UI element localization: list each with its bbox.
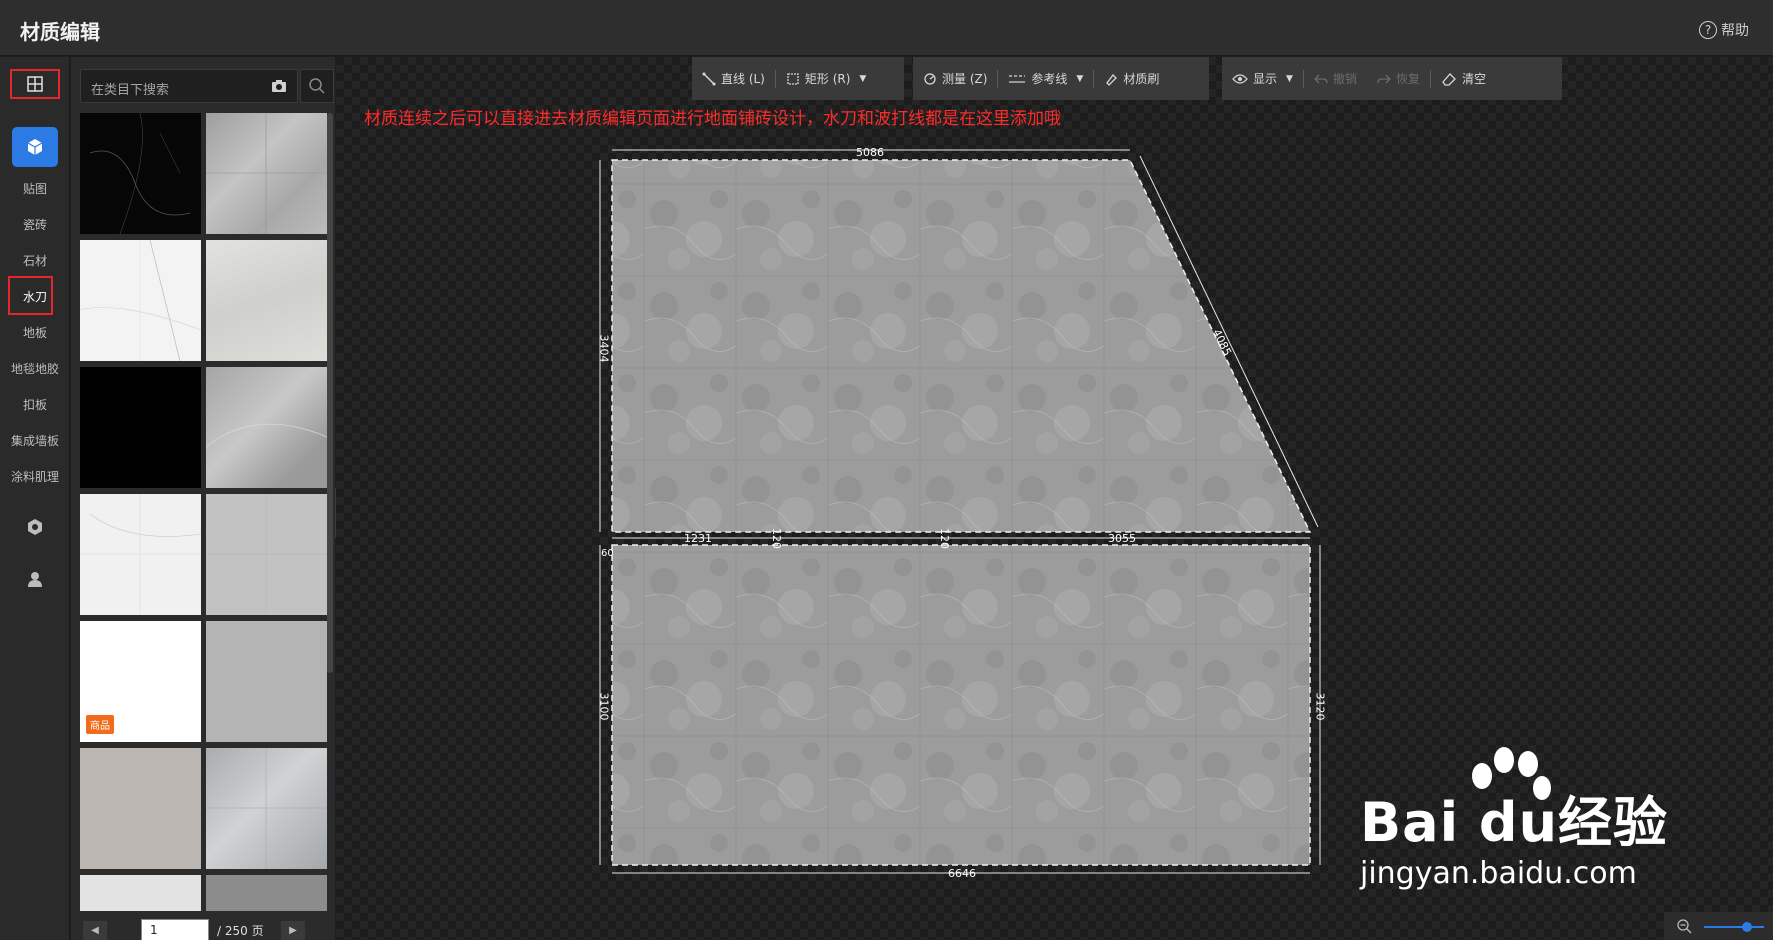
undo-icon <box>1314 74 1328 83</box>
measure-icon <box>924 72 936 85</box>
line-tool-label: 直线 (L) <box>721 72 765 86</box>
watermark-url: jingyan.baidu.com <box>1360 856 1637 891</box>
display-label: 显示 <box>1253 72 1278 86</box>
rect-tool-label: 矩形 (R) <box>804 72 851 86</box>
dimension-label: 5086 <box>856 146 884 159</box>
redo-button[interactable]: 恢复 <box>1367 57 1430 100</box>
undo-label: 撤销 <box>1332 72 1357 86</box>
material-brush-label: 材质刷 <box>1123 72 1160 86</box>
dimension-label: 3055 <box>1108 532 1136 545</box>
line-tool-button[interactable]: 直线 (L) <box>692 57 775 100</box>
dimension-label: 3120 <box>1313 692 1327 721</box>
zoom-out-icon[interactable] <box>1676 918 1692 934</box>
guide-line-icon <box>1009 74 1026 83</box>
dimension-label: 120 <box>770 528 783 549</box>
dimension-label: 1231 <box>684 532 712 545</box>
floor-region-upper[interactable] <box>612 160 1310 532</box>
undo-button[interactable]: 撤销 <box>1304 57 1367 100</box>
watermark-brand: Bai du经验 <box>1360 791 1669 854</box>
toolbar-draw: 直线 (L) 矩形 (R) ▼ <box>692 57 904 100</box>
zoom-control[interactable] <box>1664 912 1773 940</box>
dimension-label: 120 <box>938 528 951 549</box>
zoom-slider[interactable] <box>1704 926 1764 928</box>
rectangle-icon <box>787 72 799 85</box>
toolbar-measure: 测量 (Z) 参考线 ▼ 材质刷 <box>913 57 1209 100</box>
chevron-down-icon: ▼ <box>859 73 867 84</box>
chevron-down-icon: ▼ <box>1076 73 1084 84</box>
clear-label: 清空 <box>1461 72 1486 86</box>
line-icon <box>702 72 716 85</box>
clear-button[interactable]: 清空 <box>1431 57 1496 100</box>
redo-icon <box>1377 74 1391 83</box>
chevron-down-icon: ▼ <box>1286 73 1293 84</box>
measure-tool-label: 测量 (Z) <box>942 72 988 86</box>
zoom-slider-thumb[interactable] <box>1742 922 1752 932</box>
toolbar-view: 显示 ▼ 撤销 恢复 清空 <box>1222 57 1562 100</box>
redo-label: 恢复 <box>1395 72 1420 86</box>
annotation-text: 材质连续之后可以直接进去材质编辑页面进行地面铺砖设计，水刀和波打线都是在这里添加… <box>364 109 1061 129</box>
guide-line-label: 参考线 <box>1031 72 1068 86</box>
measure-tool-button[interactable]: 测量 (Z) <box>913 57 997 100</box>
dimension-label: 60 <box>601 548 614 559</box>
guide-line-button[interactable]: 参考线 ▼ <box>998 57 1093 100</box>
app-window: 材质编辑 ? 帮助 贴图 瓷砖 石材 水刀 地板 地毯地胶 扣板 集成墙板 涂料… <box>0 0 1773 940</box>
eye-icon <box>1232 73 1248 84</box>
dimension-label: 3404 <box>597 334 611 363</box>
brush-icon <box>1106 73 1118 86</box>
rect-tool-button[interactable]: 矩形 (R) ▼ <box>776 57 876 100</box>
eraser-icon <box>1442 72 1456 86</box>
dimension-label: 6646 <box>948 867 976 880</box>
display-button[interactable]: 显示 ▼ <box>1222 57 1303 100</box>
floor-region-lower[interactable] <box>612 545 1310 865</box>
material-brush-button[interactable]: 材质刷 <box>1094 57 1169 100</box>
dimension-label: 3100 <box>597 692 611 721</box>
